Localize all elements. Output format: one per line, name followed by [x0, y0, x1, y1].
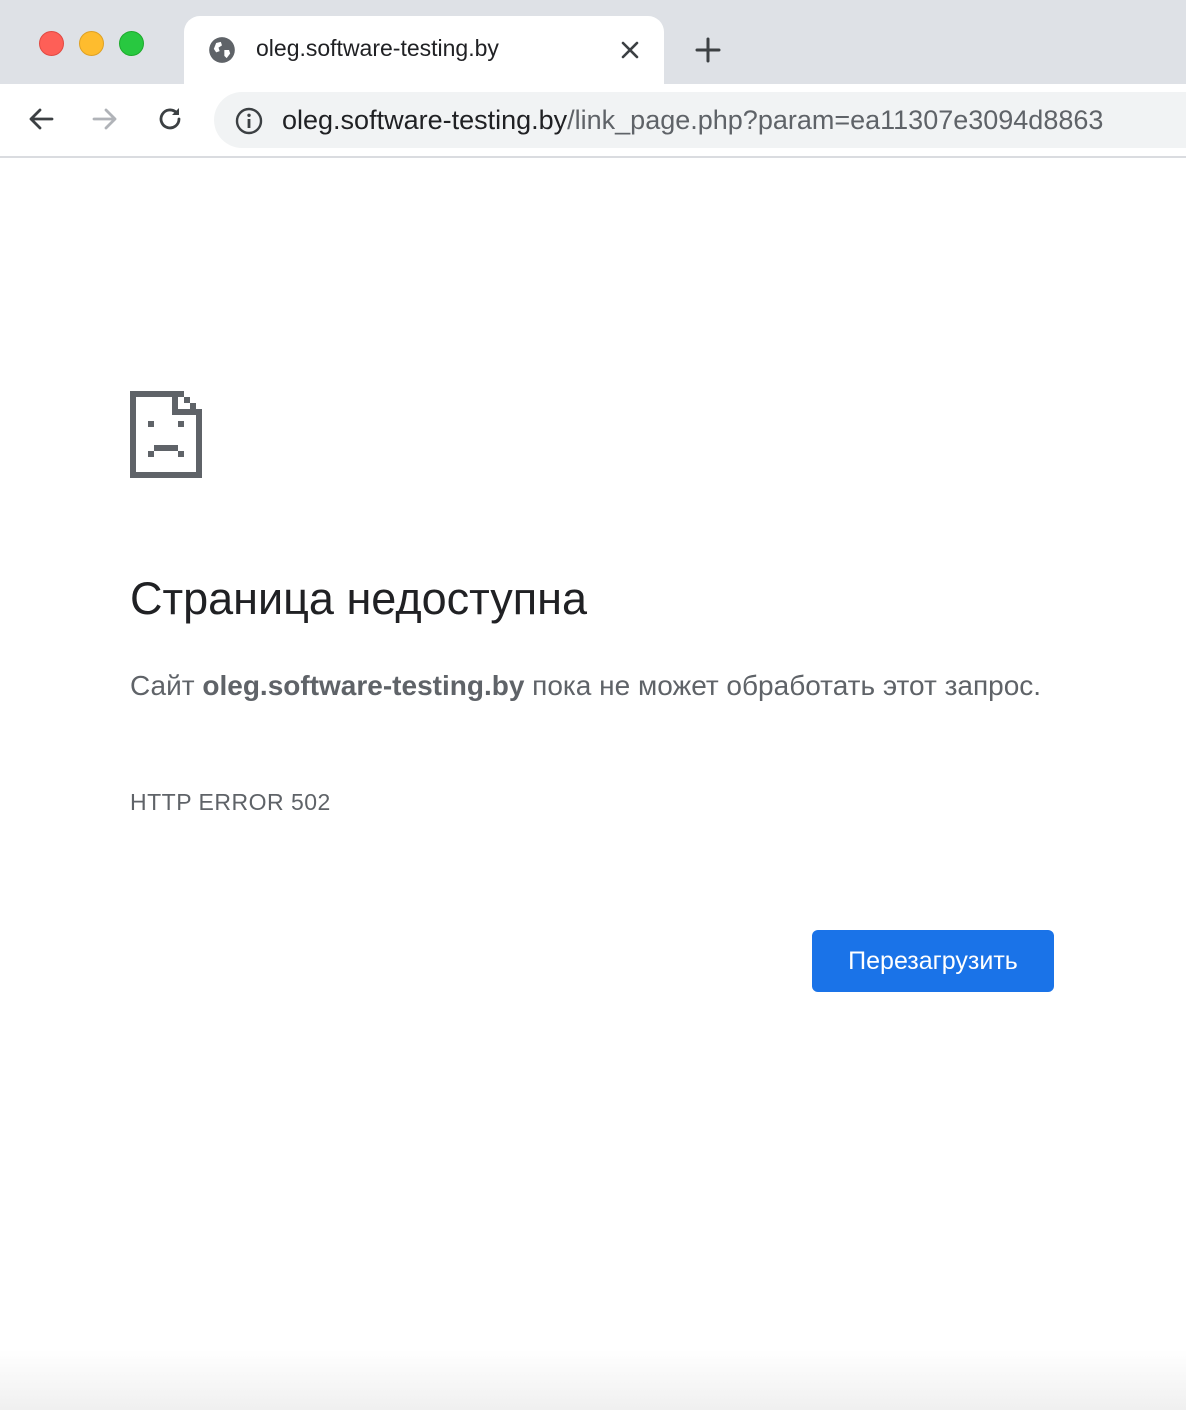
close-tab-icon[interactable] [618, 38, 642, 62]
reload-button[interactable]: Перезагрузить [812, 930, 1054, 992]
error-description: Сайт oleg.software-testing.by пока не мо… [130, 662, 1060, 710]
desc-suffix: пока не может обработать этот запрос. [524, 670, 1042, 701]
reload-icon[interactable] [154, 103, 186, 135]
browser-window: oleg.software-testing.by oleg.software-t… [0, 0, 1186, 1410]
sad-page-icon [130, 391, 202, 478]
bottom-shadow [0, 1350, 1186, 1410]
close-window-button[interactable] [39, 31, 64, 56]
tab-strip: oleg.software-testing.by [0, 0, 1186, 84]
url-host: oleg.software-testing.by [282, 105, 568, 135]
error-headline: Страница недоступна [130, 573, 587, 624]
url-text: oleg.software-testing.by/link_page.php?p… [282, 105, 1103, 136]
browser-toolbar: oleg.software-testing.by/link_page.php?p… [0, 84, 1186, 158]
url-path: /link_page.php?param=ea11307e3094d8863 [567, 105, 1104, 135]
minimize-window-button[interactable] [79, 31, 104, 56]
site-info-icon[interactable] [234, 106, 264, 136]
globe-icon [209, 37, 235, 63]
address-bar[interactable]: oleg.software-testing.by/link_page.php?p… [214, 92, 1186, 148]
new-tab-icon[interactable] [692, 34, 724, 66]
error-code: HTTP ERROR 502 [130, 789, 331, 815]
back-arrow-icon[interactable] [25, 103, 57, 135]
error-page: Страница недоступна Сайт oleg.software-t… [0, 158, 1186, 1410]
tab-title: oleg.software-testing.by [256, 35, 499, 61]
desc-host: oleg.software-testing.by [202, 670, 525, 701]
active-tab[interactable]: oleg.software-testing.by [184, 16, 664, 84]
desc-prefix: Сайт [130, 670, 203, 701]
forward-arrow-icon[interactable] [89, 103, 121, 135]
maximize-window-button[interactable] [119, 31, 144, 56]
